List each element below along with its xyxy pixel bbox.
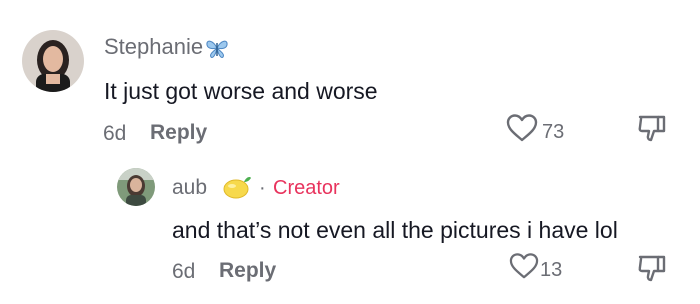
like-count: 13 bbox=[540, 259, 563, 281]
heart-icon[interactable] bbox=[508, 252, 540, 285]
heart-icon[interactable] bbox=[505, 113, 539, 148]
reply-button[interactable]: Reply bbox=[150, 121, 207, 145]
reply-button[interactable]: Reply bbox=[219, 259, 276, 283]
separator-dot: · bbox=[259, 177, 266, 199]
thumbs-down-icon[interactable] bbox=[636, 113, 668, 150]
reply-timestamp: 6d bbox=[172, 260, 196, 283]
like-count: 73 bbox=[542, 121, 565, 143]
avatar[interactable] bbox=[22, 30, 84, 92]
comment-username[interactable]: Stephanie bbox=[104, 34, 203, 60]
lemon-emoji-icon bbox=[221, 173, 253, 206]
creator-badge: Creator bbox=[273, 177, 340, 199]
comment-text: It just got worse and worse bbox=[104, 78, 378, 104]
comment-timestamp: 6d bbox=[103, 122, 127, 145]
avatar[interactable] bbox=[117, 168, 155, 206]
reply-username[interactable]: aub bbox=[172, 176, 207, 200]
thumbs-down-icon[interactable] bbox=[636, 253, 668, 290]
butterfly-emoji-icon bbox=[205, 38, 229, 65]
reply-text: and that’s not even all the pictures i h… bbox=[172, 217, 618, 243]
